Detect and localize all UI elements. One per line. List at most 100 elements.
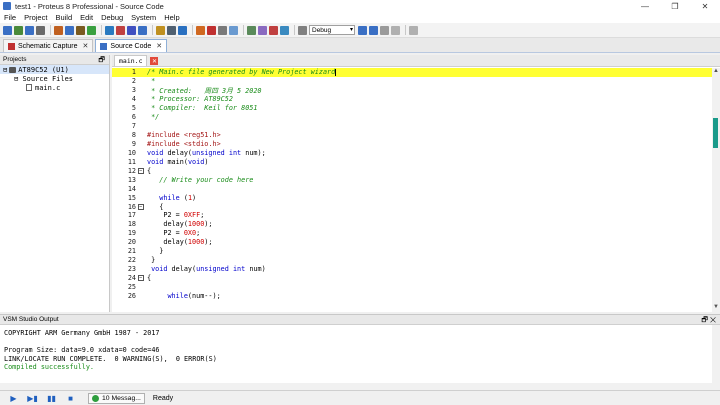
project-tree: ⊟ AT89C52 (U1) ⊟ Source Files main.c [0, 65, 109, 92]
code-area[interactable]: 1 /* Main.c file generated by New Project… [112, 68, 712, 312]
token-kw: void [187, 157, 205, 166]
tail-tool-4-icon[interactable] [391, 25, 400, 35]
editor-vertical-scrollbar[interactable]: ▲ ▼ [712, 68, 720, 312]
left-tool-7-icon[interactable] [76, 25, 85, 35]
left-tool-1-icon[interactable] [3, 25, 12, 35]
editor-tab-main-c[interactable]: main.c [114, 55, 148, 66]
right-tool-6-icon[interactable] [258, 25, 267, 35]
right-tool-8-icon[interactable] [280, 25, 289, 35]
line-number: 13 [127, 175, 136, 184]
token-plain: } [147, 247, 164, 256]
token-kw: while [147, 291, 188, 300]
code-text: // Write your code here [145, 176, 253, 184]
messages-indicator[interactable]: 10 Messag... [88, 392, 145, 404]
menu-edit[interactable]: Edit [76, 13, 97, 22]
line-number: 10 [127, 148, 136, 157]
left-tool-6-icon[interactable] [65, 25, 74, 35]
left-tool-2-icon[interactable] [14, 25, 23, 35]
tail-tool-5-icon[interactable] [409, 25, 418, 35]
token-plain: ); [204, 238, 213, 247]
right-tool-3-icon[interactable] [218, 25, 227, 35]
tail-tool-1-icon[interactable] [358, 25, 367, 35]
tail-tool-3-icon[interactable] [380, 25, 389, 35]
code-line: 10 void delay(unsigned int num); [112, 148, 712, 157]
code-text: */ [145, 113, 159, 121]
left-tool-5-icon[interactable] [54, 25, 63, 35]
left-tool-15-icon[interactable] [178, 25, 187, 35]
right-tool-5-icon[interactable] [247, 25, 256, 35]
code-text: } [145, 256, 155, 264]
line-number: 8 [131, 131, 136, 140]
scroll-up-icon[interactable]: ▲ [712, 68, 720, 76]
menu-file[interactable]: File [0, 13, 20, 22]
tab-source-code[interactable]: Source Code ✕ [95, 39, 168, 52]
left-tool-3-icon[interactable] [25, 25, 34, 35]
close-window-button[interactable]: ✕ [690, 0, 720, 12]
tail-tool-2-icon[interactable] [369, 25, 378, 35]
token-plain: { [147, 166, 152, 175]
token-num: 1000 [187, 220, 205, 229]
code-line: 18 delay(1000); [112, 220, 712, 229]
code-text: while(num--); [145, 291, 220, 300]
menu-system[interactable]: System [127, 13, 160, 22]
chip-icon [9, 66, 17, 73]
code-line: 7 [112, 122, 712, 131]
left-tool-11-icon[interactable] [127, 25, 136, 35]
close-tab-icon[interactable]: ✕ [83, 42, 89, 50]
code-line: 3 * Created: 周四 3月 5 2020 [112, 86, 712, 95]
run-simulation-button[interactable]: ▶ [8, 393, 19, 404]
output-vertical-scrollbar[interactable] [712, 325, 720, 391]
menu-build[interactable]: Build [51, 13, 76, 22]
code-line: 12−{ [112, 166, 712, 175]
left-tool-14-icon[interactable] [167, 25, 176, 35]
right-tool-7-icon[interactable] [269, 25, 278, 35]
stop-simulation-button[interactable]: ■ [65, 393, 76, 404]
pause-simulation-button[interactable]: ▮▮ [46, 393, 57, 404]
menu-debug[interactable]: Debug [97, 13, 127, 22]
scroll-thumb[interactable] [713, 118, 718, 148]
build-config-select[interactable]: Debug ▾ [309, 25, 355, 35]
token-plain: ) [204, 157, 209, 166]
line-number: 6 [131, 113, 136, 122]
right-tool-2-icon[interactable] [207, 25, 216, 35]
fold-toggle-icon[interactable]: − [136, 203, 145, 210]
token-plain: ; [196, 229, 201, 238]
tree-item-2[interactable]: ⊟ Source Files [0, 74, 109, 83]
tab-schematic-capture[interactable]: Schematic Capture ✕ [3, 39, 94, 52]
token-plain: { [147, 202, 164, 211]
menu-project[interactable]: Project [20, 13, 51, 22]
left-tool-8-icon[interactable] [87, 25, 96, 35]
close-tab-icon[interactable]: ✕ [156, 42, 162, 50]
fold-toggle-icon[interactable]: − [136, 275, 145, 282]
projects-title: Projects [3, 56, 27, 63]
token-com: // Write your code here [147, 175, 254, 184]
close-editor-tab-icon[interactable]: ✕ [150, 57, 159, 65]
code-text: { [145, 274, 151, 282]
menu-help[interactable]: Help [160, 13, 183, 22]
right-tool-9-icon[interactable] [298, 25, 307, 35]
tree-item-1[interactable]: ⊟ AT89C52 (U1) [0, 65, 109, 74]
left-tool-9-icon[interactable] [105, 25, 114, 35]
output-horizontal-scrollbar[interactable] [0, 383, 712, 390]
scroll-down-icon[interactable]: ▼ [712, 304, 720, 312]
title-bar: test1 - Proteus 8 Professional - Source … [0, 0, 720, 12]
right-tool-1-icon[interactable] [196, 25, 205, 35]
right-tool-4-icon[interactable] [229, 25, 238, 35]
build-config-value: Debug [312, 26, 332, 34]
minimize-button[interactable]: — [630, 0, 660, 12]
left-tool-4-icon[interactable] [36, 25, 45, 35]
line-number: 16 [127, 202, 136, 211]
tree-item-3[interactable]: main.c [0, 83, 109, 92]
left-tool-13-icon[interactable] [156, 25, 165, 35]
restore-button[interactable]: ❐ [660, 0, 690, 12]
pane-float-icon[interactable]: 🗗 [98, 56, 105, 67]
step-simulation-button[interactable]: ▶▮ [27, 393, 38, 404]
left-tool-12-icon[interactable] [138, 25, 147, 35]
code-text: { [145, 167, 151, 175]
fold-toggle-icon[interactable]: − [136, 167, 145, 174]
expand-toggle-icon[interactable]: ⊟ [3, 66, 7, 74]
code-line: 8 #include <reg51.h> [112, 131, 712, 140]
line-number: 21 [127, 247, 136, 256]
left-tool-10-icon[interactable] [116, 25, 125, 35]
